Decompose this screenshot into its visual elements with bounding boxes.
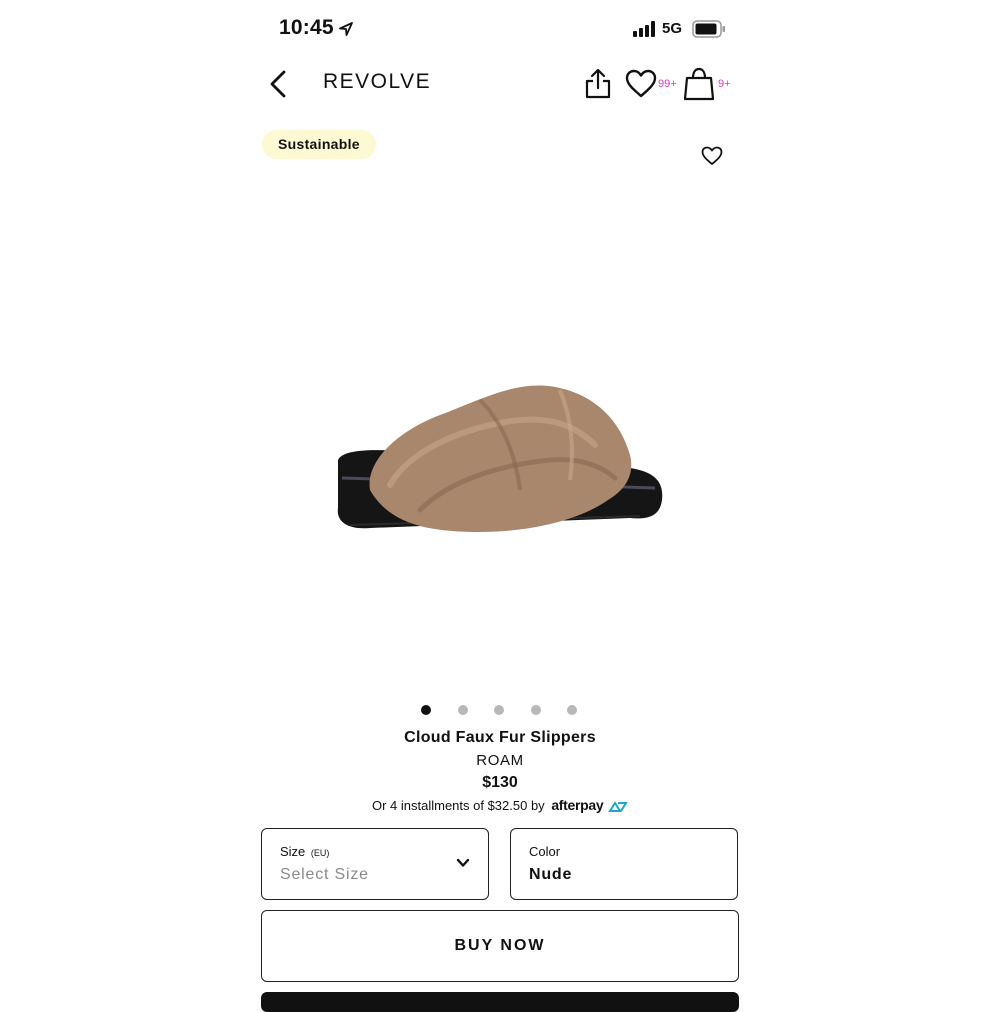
page-dot-5[interactable] — [567, 705, 577, 715]
product-brand[interactable]: ROAM — [262, 752, 738, 769]
back-button[interactable] — [262, 64, 296, 104]
brand-logo[interactable]: REVOLVE — [323, 70, 431, 94]
product-price: $130 — [482, 774, 518, 791]
chevron-down-icon — [456, 858, 470, 867]
battery-icon — [692, 20, 725, 38]
page-dot-3[interactable] — [494, 705, 504, 715]
status-time: 10:45 — [279, 16, 334, 39]
installments-text: Or 4 installments of $32.50 by — [371, 798, 545, 813]
color-selector[interactable]: Color Nude — [510, 828, 738, 900]
page-dot-1[interactable] — [421, 705, 431, 715]
size-selector[interactable]: Size (EU) Select Size — [261, 828, 489, 900]
size-placeholder: Select Size — [280, 866, 369, 883]
share-icon[interactable] — [582, 66, 614, 102]
color-label: Color — [529, 844, 561, 859]
wishlist-heart-icon[interactable] — [624, 68, 658, 100]
location-arrow-icon — [339, 22, 353, 36]
afterpay-logo-text: afterpay — [551, 797, 604, 813]
network-indicator: 5G — [662, 20, 683, 37]
size-label: Size (EU) — [280, 844, 329, 859]
afterpay-arrow-icon — [608, 800, 628, 812]
add-to-bag-button[interactable] — [261, 992, 739, 1012]
buy-now-button[interactable]: BUY NOW — [261, 910, 739, 982]
shopping-bag-icon[interactable] — [682, 66, 716, 102]
installments-info[interactable]: Or 4 installments of $32.50 by afterpay — [262, 797, 738, 813]
sustainable-badge: Sustainable — [262, 130, 376, 159]
bag-count: 9+ — [718, 78, 731, 90]
product-name: Cloud Faux Fur Slippers — [404, 729, 596, 746]
image-pagination — [421, 705, 581, 717]
wishlist-count: 99+ — [658, 78, 677, 90]
page-dot-2[interactable] — [458, 705, 468, 715]
product-image[interactable] — [330, 360, 670, 555]
page-dot-4[interactable] — [531, 705, 541, 715]
signal-icon — [633, 21, 655, 37]
size-label-text: Size — [280, 844, 306, 859]
size-unit: (EU) — [310, 848, 330, 858]
favorite-heart-icon[interactable] — [700, 145, 724, 167]
color-value: Nude — [529, 866, 573, 883]
